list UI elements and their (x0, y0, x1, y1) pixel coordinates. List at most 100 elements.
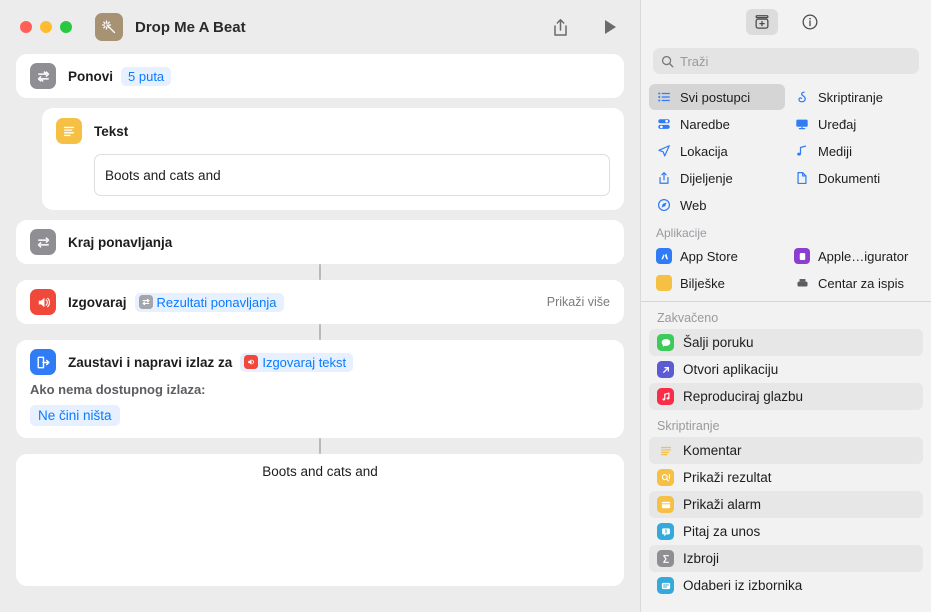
library-item-label: Šalji poruku (683, 335, 754, 350)
app-label: Bilješke (680, 276, 725, 291)
shortcuts-window: Drop Me A Beat (0, 0, 931, 612)
compass-icon (656, 197, 672, 213)
category-label: Svi postupci (680, 90, 750, 105)
library-list-panel: Zakvačeno Šalji poruku Otvori aplikaciju (641, 301, 931, 612)
category-web[interactable]: Web (649, 192, 785, 218)
info-icon[interactable] (794, 9, 826, 35)
music-note-icon (794, 143, 810, 159)
library-item-odaberi-iz-izbornika[interactable]: Odaberi iz izbornika (649, 572, 923, 599)
text-input[interactable] (94, 154, 610, 196)
library-item-pitaj-za-unos[interactable]: Pitaj za unos (649, 518, 923, 545)
apple-configurator-icon (794, 248, 810, 264)
speaker-icon (244, 355, 258, 369)
category-label: Naredbe (680, 117, 730, 132)
notes-icon (656, 275, 672, 291)
action-title: Kraj ponavljanja (68, 235, 172, 250)
repeat-count-badge[interactable]: 5 puta (121, 67, 171, 86)
text-icon (56, 118, 82, 144)
library-item-label: Odaberi iz izbornika (683, 578, 802, 593)
category-naredbe[interactable]: Naredbe (649, 111, 785, 137)
category-skriptiranje[interactable]: Skriptiranje (787, 84, 923, 110)
shortcut-wand-icon (95, 13, 123, 41)
comment-icon (657, 442, 674, 459)
action-text[interactable]: Tekst (42, 108, 624, 210)
display-icon (794, 116, 810, 132)
no-output-menu[interactable]: Ne čini ništa (30, 405, 120, 426)
token-label: Rezultati ponavljanja (157, 295, 277, 310)
action-title: Tekst (94, 124, 128, 139)
library-item-salji-poruku[interactable]: Šalji poruku (649, 329, 923, 356)
category-grid: Svi postupci Skriptiranje (641, 84, 931, 296)
variable-token-speak-text[interactable]: Izgovaraj tekst (240, 353, 353, 372)
share-icon (656, 170, 672, 186)
result-preview-text: Boots and cats and (262, 464, 378, 479)
category-svi-postupci[interactable]: Svi postupci (649, 84, 785, 110)
category-uredaj[interactable]: Uređaj (787, 111, 923, 137)
library-item-label: Pitaj za unos (683, 524, 760, 539)
app-item-biljeske[interactable]: Bilješke (649, 270, 785, 296)
library-item-prikazi-alarm[interactable]: Prikaži alarm (649, 491, 923, 518)
app-item-apple-configurator[interactable]: Apple…igurator (787, 243, 923, 269)
location-arrow-icon (656, 143, 672, 159)
show-more-button[interactable]: Prikaži više (547, 295, 610, 309)
library-item-komentar[interactable]: Komentar (649, 437, 923, 464)
search-icon (661, 55, 674, 68)
ask-input-icon (657, 523, 674, 540)
app-item-centar-za-ispis[interactable]: Centar za ispis (787, 270, 923, 296)
category-label: Dijeljenje (680, 171, 733, 186)
action-end-repeat[interactable]: Kraj ponavljanja (16, 220, 624, 264)
category-mediji[interactable]: Mediji (787, 138, 923, 164)
library-item-label: Izbroji (683, 551, 719, 566)
library-item-prikazi-rezultat[interactable]: Prikaži rezultat (649, 464, 923, 491)
action-speak[interactable]: Izgovaraj Rezultati ponavljanja (16, 280, 624, 324)
share-icon[interactable] (546, 13, 574, 41)
shortcut-editor: Drop Me A Beat (0, 0, 640, 612)
open-app-icon (657, 361, 674, 378)
library-item-reproduciraj-glazbu[interactable]: Reproduciraj glazbu (649, 383, 923, 410)
category-label: Lokacija (680, 144, 728, 159)
token-label: Izgovaraj tekst (262, 355, 346, 370)
music-icon (657, 388, 674, 405)
play-icon[interactable] (596, 13, 624, 41)
quick-look-icon (657, 469, 674, 486)
category-dokumenti[interactable]: Dokumenti (787, 165, 923, 191)
list-icon (656, 89, 672, 105)
app-item-app-store[interactable]: App Store (649, 243, 785, 269)
action-title: Zaustavi i napravi izlaz za (68, 355, 232, 370)
category-label: Web (680, 198, 707, 213)
scripting-section-label: Skriptiranje (649, 410, 923, 437)
close-button[interactable] (20, 21, 32, 33)
sidebar-toolbar (641, 0, 931, 44)
action-repeat[interactable]: Ponovi 5 puta (16, 54, 624, 98)
variable-token-repeat-results[interactable]: Rezultati ponavljanja (135, 293, 284, 312)
apps-section-label: Aplikacije (649, 219, 923, 242)
action-connector (319, 324, 321, 340)
library-item-izbroji[interactable]: Izbroji (649, 545, 923, 572)
zoom-button[interactable] (60, 21, 72, 33)
document-icon (794, 170, 810, 186)
search-input[interactable] (680, 54, 911, 69)
messages-icon (657, 334, 674, 351)
category-label: Skriptiranje (818, 90, 883, 105)
action-title: Ponovi (68, 69, 113, 84)
library-item-label: Otvori aplikaciju (683, 362, 778, 377)
library-item-otvori-aplikaciju[interactable]: Otvori aplikaciju (649, 356, 923, 383)
app-label: Centar za ispis (818, 276, 904, 291)
action-stop-and-output[interactable]: Zaustavi i napravi izlaz za Izgovaraj te… (16, 340, 624, 438)
repeat-icon (30, 63, 56, 89)
search-field[interactable] (653, 48, 919, 74)
category-dijeljenje[interactable]: Dijeljenje (649, 165, 785, 191)
speaker-icon (30, 289, 56, 315)
printer-icon (794, 275, 810, 291)
repeat-body: Tekst (42, 108, 624, 210)
repeat-icon (30, 229, 56, 255)
minimize-button[interactable] (40, 21, 52, 33)
library-item-label: Komentar (683, 443, 742, 458)
category-label: Uređaj (818, 117, 856, 132)
alert-icon (657, 496, 674, 513)
actions-canvas: Ponovi 5 puta (0, 54, 640, 612)
action-library-icon[interactable] (746, 9, 778, 35)
category-lokacija[interactable]: Lokacija (649, 138, 785, 164)
library-item-label: Reproduciraj glazbu (683, 389, 803, 404)
page-title: Drop Me A Beat (135, 19, 246, 36)
